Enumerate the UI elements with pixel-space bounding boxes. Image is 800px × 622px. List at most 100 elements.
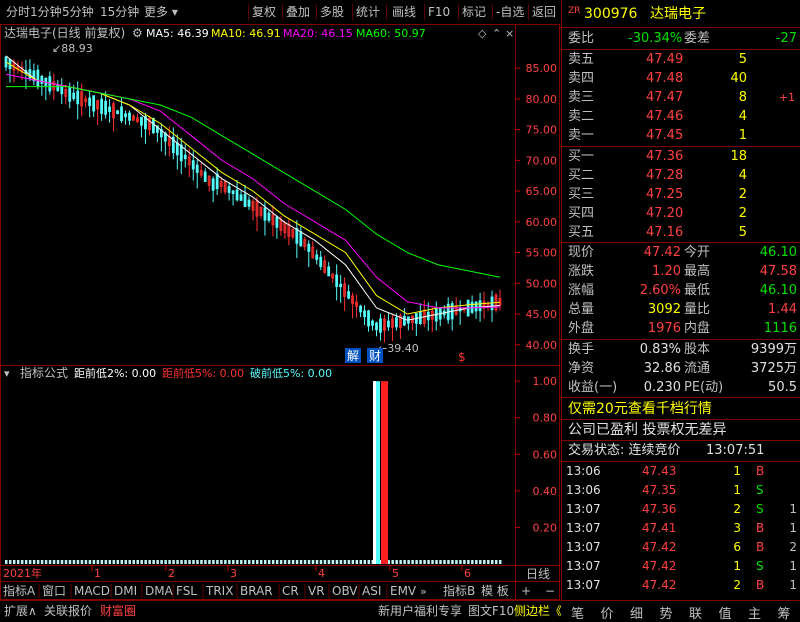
indicator-tab-3[interactable]: DMI — [110, 584, 137, 599]
ask-row[interactable]: 卖一 47.45 1 — [562, 126, 800, 145]
main-legend-gear-icon[interactable]: ⚙ — [132, 26, 143, 40]
candle-body — [104, 100, 107, 115]
promo-link[interactable]: 仅需20元查看千档行情 — [562, 399, 800, 419]
indicator-tab-right-3[interactable]: − — [545, 584, 555, 598]
toolbar-item-3[interactable]: 15分钟 — [100, 4, 139, 20]
indicator-tab-12[interactable]: EMV — [386, 584, 417, 599]
svg-text:窗口: 窗口 — [42, 584, 66, 598]
toolbar-item-2[interactable]: 5分钟 — [62, 4, 94, 20]
candle-body — [183, 154, 187, 160]
indicator-tab-9[interactable]: VR — [304, 584, 325, 599]
toolbar-item-8[interactable]: 统计 — [356, 4, 380, 20]
legend-ma20: MA20: 46.15 — [283, 27, 353, 40]
bottom-left-1[interactable]: 关联报价 — [44, 603, 92, 619]
right-tab-0[interactable]: 笔 — [571, 603, 584, 622]
indicator-tab-right-1[interactable]: 模 板 — [481, 584, 509, 598]
svg-text:EMV: EMV — [390, 584, 417, 598]
month-label: 4 — [318, 567, 325, 580]
toolbar-item-5[interactable]: 复权 — [252, 4, 276, 20]
ma-line-ma60 — [6, 86, 501, 278]
stat-row: 现价 47.42 今开 46.10 — [568, 245, 797, 260]
indicator-tab-right-0[interactable]: 指标B — [443, 583, 475, 598]
indicator-tick-label: 1.00 — [533, 375, 558, 388]
bottom-left-0[interactable]: 扩展∧ — [4, 603, 37, 619]
candle-body — [191, 160, 195, 170]
candle-body — [140, 116, 143, 126]
toolbar-item-12[interactable]: -自选 — [496, 4, 524, 20]
chart-area[interactable]: 达瑞电子(日线 前复权) ⚙ MA5: 46.39 MA10: 46.91 MA20: … — [0, 24, 560, 600]
indicator-tab-5[interactable]: FSL — [172, 584, 197, 599]
toolbar-item-1[interactable]: 1分钟 — [30, 4, 62, 20]
toolbar-item-6[interactable]: 叠加 — [286, 4, 310, 20]
right-tab-5[interactable]: 值 — [719, 603, 732, 622]
tab-scroll-icon[interactable]: » — [420, 585, 427, 598]
close-icon[interactable]: × — [505, 27, 514, 40]
toolbar-item-4[interactable]: 更多 ▾ — [144, 4, 178, 20]
ask-row[interactable]: 卖五 47.49 5 — [562, 50, 800, 69]
low-annotation: ←39.40 — [378, 342, 419, 355]
svg-text:ASI: ASI — [362, 584, 381, 598]
indicator-tab-6[interactable]: TRIX — [202, 584, 233, 599]
indicator-tab-0[interactable]: 指标A — [3, 583, 36, 598]
bottom-left-2[interactable]: 财富圈 — [100, 603, 136, 619]
toolbar-item-0[interactable]: 分时 — [6, 4, 30, 20]
right-tab-4[interactable]: 联 — [689, 603, 702, 622]
toolbar-divider — [458, 4, 459, 20]
indicator-tab-8[interactable]: CR — [278, 584, 299, 599]
bid-row[interactable]: 买四 47.20 2 — [562, 204, 800, 223]
bid-row[interactable]: 买三 47.25 2 — [562, 185, 800, 204]
event-mark-label: 解 — [347, 349, 359, 363]
candle-body — [124, 113, 127, 118]
right-tab-6[interactable]: 主 — [748, 603, 761, 622]
bid-row[interactable]: 买一 47.36 18 — [562, 147, 800, 166]
bottom-right-1[interactable]: 图文F10 — [468, 603, 514, 619]
indicator-tab-10[interactable]: OBV — [328, 584, 358, 599]
candle-body — [203, 171, 207, 182]
bottom-right-2[interactable]: 侧边栏《 — [514, 603, 562, 619]
candle-body — [387, 320, 390, 328]
candle-body — [36, 69, 40, 87]
event-mark-jie[interactable]: 解 — [345, 348, 361, 363]
ask-row[interactable]: 卖二 47.46 4 — [562, 107, 800, 126]
indicator-tab-7[interactable]: BRAR — [236, 584, 273, 599]
period-label[interactable]: 日线 — [526, 567, 550, 581]
candle-body — [335, 274, 339, 287]
bottom-bar: 扩展∧ 关联报价 财富圈 新用户福利专享 图文F10 侧边栏《 — [0, 600, 562, 621]
diamond-icon[interactable]: ◇ — [478, 27, 487, 40]
right-tab-7[interactable]: 筹 — [778, 603, 791, 622]
chevron-up-icon[interactable]: ⌃ — [492, 27, 501, 40]
candle-body — [307, 243, 311, 252]
indicator-dropdown-icon[interactable]: ▾ — [4, 367, 10, 380]
right-tab-3[interactable]: 势 — [660, 603, 673, 622]
ask-row[interactable]: 卖三 47.47 8 +1 — [562, 88, 800, 107]
svg-text:OBV: OBV — [332, 584, 358, 598]
right-tab-1[interactable]: 价 — [601, 603, 614, 622]
toolbar-divider — [424, 4, 425, 20]
notice-text: 公司已盈利 投票权无差异 — [568, 422, 727, 438]
toolbar-item-9[interactable]: 画线 — [392, 4, 416, 20]
toolbar-item-13[interactable]: 返回 — [532, 4, 556, 20]
stat2-row: 收益(一) 0.230 PE(动) 50.5 — [568, 380, 797, 395]
indicator-tick-label: 0.60 — [533, 448, 558, 461]
right-tab-2[interactable]: 细 — [630, 603, 643, 622]
candle-body — [263, 207, 267, 221]
indicator-tab-11[interactable]: ASI — [358, 584, 381, 599]
candle-body — [247, 199, 251, 207]
bid-row[interactable]: 买二 47.28 4 — [562, 166, 800, 185]
ask-row[interactable]: 卖四 47.48 40 — [562, 69, 800, 88]
tick-row: 13:07 47.42 2 B 1 — [566, 578, 797, 592]
bid-row[interactable]: 买五 47.16 5 — [562, 223, 800, 242]
indicator-tab-4[interactable]: DMA — [141, 584, 174, 599]
dollar-mark-icon[interactable]: $ — [458, 350, 466, 364]
event-mark-cai[interactable]: 财 — [367, 348, 383, 363]
toolbar-divider — [282, 4, 283, 20]
candle-body — [215, 173, 219, 190]
indicator-tab-right-2[interactable]: + — [521, 584, 531, 598]
toolbar-item-7[interactable]: 多股 — [320, 4, 344, 20]
toolbar-item-11[interactable]: 标记 — [462, 4, 486, 20]
indicator-tab-1[interactable]: 窗口 — [38, 584, 66, 599]
toolbar-item-10[interactable]: F10 — [428, 4, 450, 20]
candle-body — [275, 216, 279, 228]
bottom-right-0[interactable]: 新用户福利专享 — [378, 603, 462, 619]
indicator-tab-2[interactable]: MACD — [70, 584, 110, 599]
